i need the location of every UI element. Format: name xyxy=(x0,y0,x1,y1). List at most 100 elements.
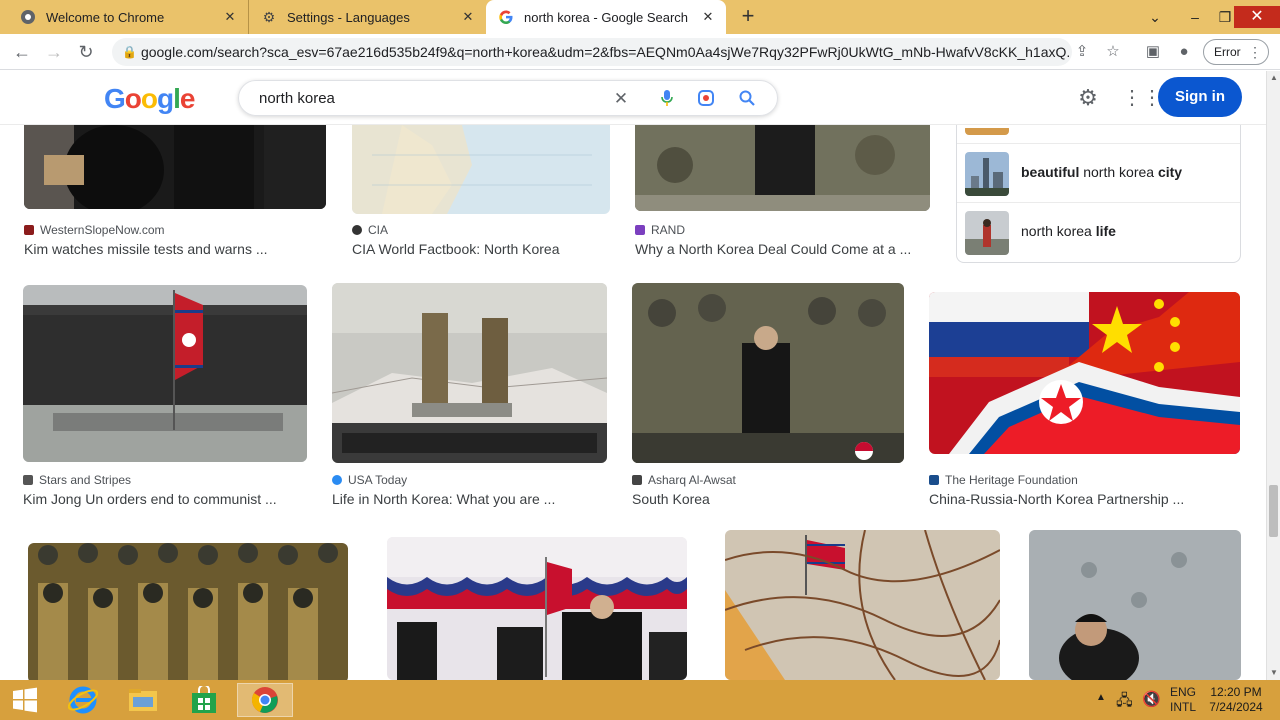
related-search-item[interactable]: beautiful north korea city xyxy=(957,143,1240,201)
chrome-taskbar-icon[interactable] xyxy=(237,683,293,717)
related-thumbnail xyxy=(965,125,1009,135)
error-label: Error xyxy=(1214,45,1241,59)
related-search-segment: city xyxy=(1157,164,1183,180)
chrome-icon xyxy=(20,9,36,25)
url-text: google.com/search?sca_esv=67ae216d535b24… xyxy=(140,44,1072,60)
source-name: Asharq Al-Awsat xyxy=(648,473,736,487)
tab-welcome[interactable]: Welcome to Chrome ✕ xyxy=(8,0,248,34)
clock-date: 7/24/2024 xyxy=(1209,700,1263,714)
lock-icon: 🔒 xyxy=(122,45,137,59)
source-name: USA Today xyxy=(348,473,408,487)
tab-close-icon[interactable]: ✕ xyxy=(460,9,476,25)
tab-close-icon[interactable]: ✕ xyxy=(700,9,716,25)
search-input[interactable]: north korea xyxy=(259,90,335,107)
related-search-segment: life xyxy=(1095,223,1116,239)
result-image[interactable] xyxy=(28,543,348,680)
google-icon xyxy=(498,9,514,25)
system-clock[interactable]: 12:20 PM 7/24/2024 xyxy=(1204,685,1268,715)
result-image[interactable] xyxy=(929,292,1240,454)
lens-icon[interactable] xyxy=(696,89,716,109)
sign-in-button[interactable]: Sign in xyxy=(1158,77,1242,117)
site-favicon-icon xyxy=(24,225,34,235)
result-image[interactable] xyxy=(635,125,930,211)
new-tab-button[interactable]: + xyxy=(736,5,760,29)
store-icon[interactable] xyxy=(176,683,232,717)
related-searches: beautiful north korea city north korea l… xyxy=(956,125,1241,263)
result-image[interactable] xyxy=(632,283,904,463)
scrollbar-thumb[interactable] xyxy=(1269,485,1278,537)
microphone-icon[interactable] xyxy=(657,89,677,109)
result-source: Asharq Al-Awsat xyxy=(632,473,736,487)
google-header: Google north korea ✕ ⚙ ⋮⋮⋮ Sign in xyxy=(0,71,1266,125)
back-arrow-icon[interactable]: ← xyxy=(10,40,34,64)
tab-search-chevron-icon[interactable]: ⌄ xyxy=(1140,6,1170,28)
result-source: USA Today xyxy=(332,473,407,487)
network-icon[interactable]: 🖧 xyxy=(1116,690,1133,720)
side-panel-icon[interactable]: ▣ xyxy=(1143,42,1163,62)
result-image[interactable] xyxy=(24,125,326,209)
site-favicon-icon xyxy=(352,225,362,235)
clear-icon[interactable]: ✕ xyxy=(611,89,631,109)
kebab-menu-icon[interactable]: ⋮ xyxy=(1248,40,1262,64)
result-source: Stars and Stripes xyxy=(23,473,131,487)
internet-explorer-icon[interactable] xyxy=(55,683,111,717)
page-scrollbar[interactable]: ▲ ▼ xyxy=(1266,71,1280,680)
related-search-item[interactable] xyxy=(957,125,1240,143)
minimize-icon[interactable]: – xyxy=(1180,6,1210,28)
image-results: WesternSlopeNow.com Kim watches missile … xyxy=(0,125,1266,680)
reload-icon[interactable]: ↻ xyxy=(74,40,98,64)
site-favicon-icon xyxy=(635,225,645,235)
tab-title: Welcome to Chrome xyxy=(46,9,165,25)
site-favicon-icon xyxy=(929,475,939,485)
related-search-item[interactable]: north korea life xyxy=(957,202,1240,260)
result-title[interactable]: CIA World Factbook: North Korea xyxy=(352,241,560,257)
volume-muted-icon[interactable]: 🔇 xyxy=(1142,690,1161,720)
tray-expand-icon[interactable]: ▲ xyxy=(1096,692,1106,720)
result-title[interactable]: South Korea xyxy=(632,491,710,507)
share-icon[interactable]: ⇪ xyxy=(1072,42,1092,62)
scroll-up-arrow-icon[interactable]: ▲ xyxy=(1267,71,1280,85)
scroll-down-arrow-icon[interactable]: ▼ xyxy=(1267,666,1280,680)
result-image[interactable] xyxy=(387,537,687,680)
search-box[interactable]: north korea ✕ xyxy=(238,80,778,116)
google-logo[interactable]: Google xyxy=(104,83,195,115)
result-title[interactable]: Why a North Korea Deal Could Come at a .… xyxy=(635,241,911,257)
result-title[interactable]: Life in North Korea: What you are ... xyxy=(332,491,555,507)
forward-arrow-icon[interactable]: → xyxy=(42,40,66,64)
address-bar[interactable]: 🔒 google.com/search?sca_esv=67ae216d535b… xyxy=(112,38,1072,66)
result-image[interactable] xyxy=(352,125,610,214)
result-source: The Heritage Foundation xyxy=(929,473,1078,487)
related-thumbnail xyxy=(965,152,1009,196)
site-favicon-icon xyxy=(332,475,342,485)
result-title[interactable]: Kim watches missile tests and warns ... xyxy=(24,241,268,257)
gear-icon: ⚙ xyxy=(262,8,276,25)
start-button[interactable] xyxy=(0,683,50,717)
language-code: ENG xyxy=(1169,685,1196,699)
result-image[interactable] xyxy=(23,285,307,462)
tab-close-icon[interactable]: ✕ xyxy=(222,9,238,25)
result-title[interactable]: Kim Jong Un orders end to communist ... xyxy=(23,491,277,507)
profile-error-button[interactable]: Error ⋮ xyxy=(1203,39,1269,65)
source-name: Stars and Stripes xyxy=(39,473,132,487)
close-window-button[interactable]: ✕ xyxy=(1234,6,1280,28)
result-image[interactable] xyxy=(332,283,607,463)
settings-gear-icon[interactable]: ⚙ xyxy=(1076,86,1100,110)
tab-settings[interactable]: ⚙ Settings - Languages ✕ xyxy=(248,0,486,34)
result-image[interactable] xyxy=(1029,530,1241,680)
site-favicon-icon xyxy=(23,475,33,485)
result-title[interactable]: China-Russia-North Korea Partnership ... xyxy=(929,491,1184,507)
google-apps-icon[interactable]: ⋮⋮⋮ xyxy=(1122,86,1182,110)
star-icon[interactable]: ☆ xyxy=(1103,42,1123,62)
tab-google-search[interactable]: north korea - Google Search ✕ xyxy=(486,0,726,34)
site-favicon-icon xyxy=(632,475,642,485)
tab-strip: Welcome to Chrome ✕ ⚙ Settings - Languag… xyxy=(0,0,1280,34)
search-icon[interactable] xyxy=(737,89,757,109)
input-language[interactable]: ENG INTL xyxy=(1166,685,1200,715)
result-image[interactable] xyxy=(725,530,1000,680)
file-explorer-icon[interactable] xyxy=(115,683,171,717)
tab-title: Settings - Languages xyxy=(287,9,410,25)
profile-icon[interactable]: ● xyxy=(1174,42,1194,62)
source-name: The Heritage Foundation xyxy=(945,473,1078,487)
source-name: CIA xyxy=(368,223,389,237)
result-source: WesternSlopeNow.com xyxy=(24,223,165,237)
